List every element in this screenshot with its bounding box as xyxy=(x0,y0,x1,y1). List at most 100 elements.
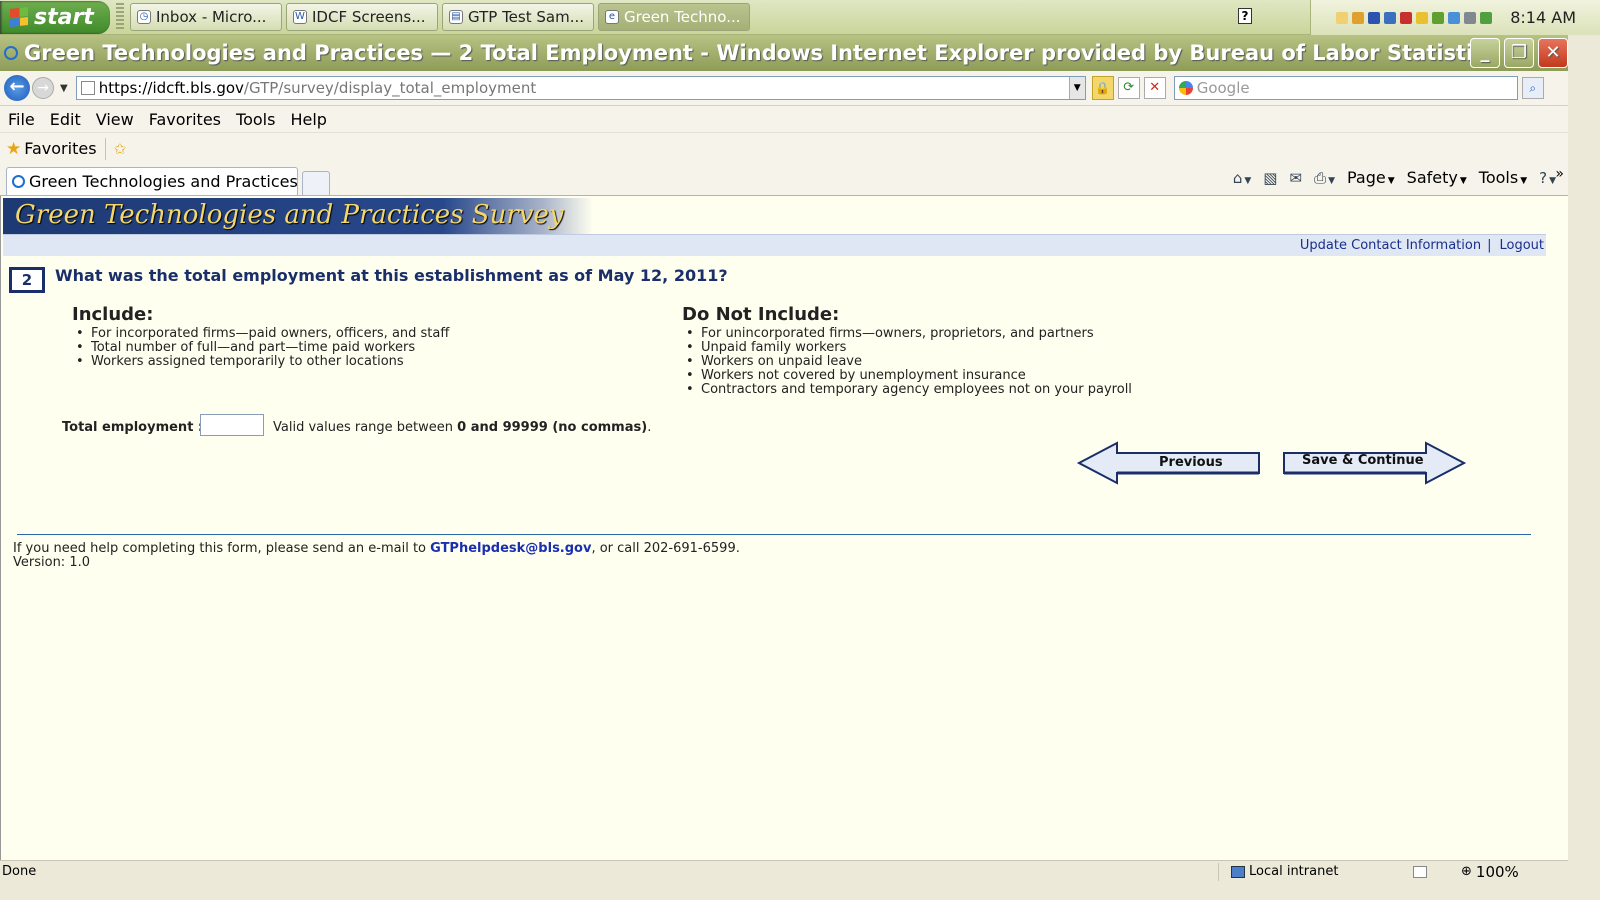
mail-tray-icon[interactable] xyxy=(1336,11,1349,24)
address-bar: ← → ▼ https://idcft.bls.gov/GTP/survey/d… xyxy=(0,71,1568,106)
survey-banner: Green Technologies and Practices Survey xyxy=(3,198,1546,234)
security-tray-icon[interactable] xyxy=(1480,11,1493,24)
overflow-chevron-icon[interactable]: » xyxy=(1555,166,1564,182)
status-divider xyxy=(1218,862,1219,881)
zone-label: Local intranet xyxy=(1249,864,1339,879)
page-menu[interactable]: Page ▼ xyxy=(1347,168,1395,187)
update-tray-icon[interactable] xyxy=(1416,11,1429,24)
network-tray-icon[interactable] xyxy=(1400,11,1413,24)
antivirus-tray-icon[interactable] xyxy=(1384,11,1397,24)
list-item: For incorporated firms—paid owners, offi… xyxy=(72,327,449,342)
intranet-icon xyxy=(1231,865,1245,878)
previous-button[interactable]: Previous xyxy=(1076,440,1263,486)
stop-button[interactable]: ✕ xyxy=(1143,77,1166,99)
exclude-section: Do Not Include: For unincorporated firms… xyxy=(682,304,1132,397)
url-input[interactable]: https://idcft.bls.gov/GTP/survey/display… xyxy=(75,76,1086,100)
list-item: Unpaid family workers xyxy=(682,341,1132,356)
help-icon[interactable]: ? ▼ xyxy=(1539,169,1556,187)
zoom-level[interactable]: ⊕ 100% xyxy=(1461,863,1519,881)
windows-logo-icon xyxy=(10,7,28,27)
read-mail-icon[interactable]: ✉ xyxy=(1289,169,1302,187)
safety-menu-label: Safety xyxy=(1406,168,1458,187)
page-icon xyxy=(80,81,95,95)
restore-button[interactable]: ❐ xyxy=(1504,38,1534,68)
window-controls: _ ❐ ✕ xyxy=(1470,38,1568,68)
search-input[interactable]: Google xyxy=(1173,76,1518,100)
save-continue-button[interactable]: Save & Continue xyxy=(1280,440,1467,486)
forward-button[interactable]: → xyxy=(32,77,54,99)
favorites-star-icon[interactable]: ★ xyxy=(6,139,21,159)
minimize-button[interactable]: _ xyxy=(1470,38,1500,68)
history-dropdown-icon[interactable]: ▼ xyxy=(60,83,68,94)
total-employment-input[interactable] xyxy=(200,414,264,436)
home-icon[interactable]: ⌂ ▼ xyxy=(1233,169,1251,187)
clock-tray-icon[interactable] xyxy=(1352,11,1365,24)
safety-menu[interactable]: Safety ▼ xyxy=(1407,168,1467,187)
security-zone[interactable]: Local intranet xyxy=(1231,864,1401,879)
taskbar-item-label: Inbox - Micro... xyxy=(156,8,267,26)
taskbar-item-inbox[interactable]: ◷ Inbox - Micro... xyxy=(130,3,282,31)
document-icon: ▤ xyxy=(449,10,463,24)
new-tab-button[interactable] xyxy=(302,171,330,195)
logout-link[interactable]: Logout xyxy=(1499,238,1544,253)
help-tray-icon[interactable]: ? xyxy=(1238,8,1252,24)
menu-edit[interactable]: Edit xyxy=(50,110,81,129)
system-tray: 8:14 AM xyxy=(1310,0,1600,35)
start-button[interactable]: start xyxy=(0,0,110,34)
protected-mode-icon[interactable] xyxy=(1413,865,1427,878)
window-right-edge xyxy=(1568,35,1600,882)
tools-menu-label: Tools xyxy=(1478,168,1519,187)
start-label: start xyxy=(34,4,94,30)
valid-range-note: Valid values range between 0 and 99999 (… xyxy=(273,420,651,435)
taskbar-item-green-techno[interactable]: e Green Techno... xyxy=(598,3,750,31)
menu-favorites[interactable]: Favorites xyxy=(149,110,221,129)
search-button[interactable]: ⌕ xyxy=(1521,77,1544,99)
taskbar-item-idcf[interactable]: W IDCF Screens... xyxy=(286,3,438,31)
sound-tray-icon[interactable] xyxy=(1464,11,1477,24)
favorites-button[interactable]: Favorites xyxy=(24,139,96,158)
menu-bar: File Edit View Favorites Tools Help xyxy=(0,106,1568,132)
help-footer: If you need help completing this form, p… xyxy=(13,542,740,570)
feeds-icon[interactable]: ▧ xyxy=(1263,169,1277,187)
list-item: Workers not covered by unemployment insu… xyxy=(682,369,1132,384)
print-icon[interactable]: ⎙ ▼ xyxy=(1314,169,1335,187)
clock[interactable]: 8:14 AM xyxy=(1510,8,1576,27)
ie-icon xyxy=(4,46,18,60)
menu-file[interactable]: File xyxy=(8,110,35,129)
shield-tray-icon[interactable] xyxy=(1368,11,1381,24)
back-button[interactable]: ← xyxy=(4,75,30,101)
include-section: Include: For incorporated firms—paid own… xyxy=(72,304,449,369)
window-title: Green Technologies and Practices — 2 Tot… xyxy=(24,41,1499,65)
zoom-value: 100% xyxy=(1475,862,1519,881)
list-item: Workers on unpaid leave xyxy=(682,355,1132,370)
menu-help[interactable]: Help xyxy=(290,110,326,129)
search-placeholder: Google xyxy=(1196,79,1250,97)
menu-tools[interactable]: Tools xyxy=(236,110,275,129)
messenger-tray-icon[interactable] xyxy=(1448,11,1461,24)
tab-row: Green Technologies and Practices ... ⌂ ▼ … xyxy=(0,164,1568,196)
tools-menu[interactable]: Tools ▼ xyxy=(1479,168,1527,187)
sub-navigation: Update Contact Information | Logout xyxy=(3,234,1546,256)
google-icon xyxy=(1178,81,1193,95)
exclude-list: For unincorporated firms—owners, proprie… xyxy=(682,327,1132,398)
taskbar-item-gtp-test[interactable]: ▤ GTP Test Sam... xyxy=(442,3,594,31)
menu-view[interactable]: View xyxy=(96,110,134,129)
tab-green-technologies[interactable]: Green Technologies and Practices ... xyxy=(6,167,298,195)
close-button[interactable]: ✕ xyxy=(1538,38,1568,68)
command-bar: ⌂ ▼ ▧ ✉ ⎙ ▼ Page ▼ Safety ▼ Tools ▼ ? ▼ » xyxy=(1233,166,1564,187)
taskbar-grip[interactable] xyxy=(116,3,124,31)
ie-tab-icon xyxy=(12,175,25,188)
update-contact-link[interactable]: Update Contact Information xyxy=(1300,238,1481,253)
window-title-bar[interactable]: Green Technologies and Practices — 2 Tot… xyxy=(0,35,1568,71)
taskbar: start ◷ Inbox - Micro... W IDCF Screens.… xyxy=(0,0,1600,35)
helpdesk-email-link[interactable]: GTPhelpdesk@bls.gov xyxy=(430,541,591,556)
footer-divider xyxy=(17,534,1531,535)
favorites-separator xyxy=(104,137,106,160)
nvidia-tray-icon[interactable] xyxy=(1432,11,1445,24)
url-dropdown-icon[interactable]: ▼ xyxy=(1068,77,1085,99)
add-favorite-icon[interactable]: ✩ xyxy=(114,140,127,158)
banner-title: Green Technologies and Practices Survey xyxy=(15,200,564,230)
refresh-button[interactable]: ⟳ xyxy=(1117,77,1140,99)
zoom-icon: ⊕ xyxy=(1461,864,1472,879)
lock-icon[interactable]: 🔒 xyxy=(1091,76,1114,100)
